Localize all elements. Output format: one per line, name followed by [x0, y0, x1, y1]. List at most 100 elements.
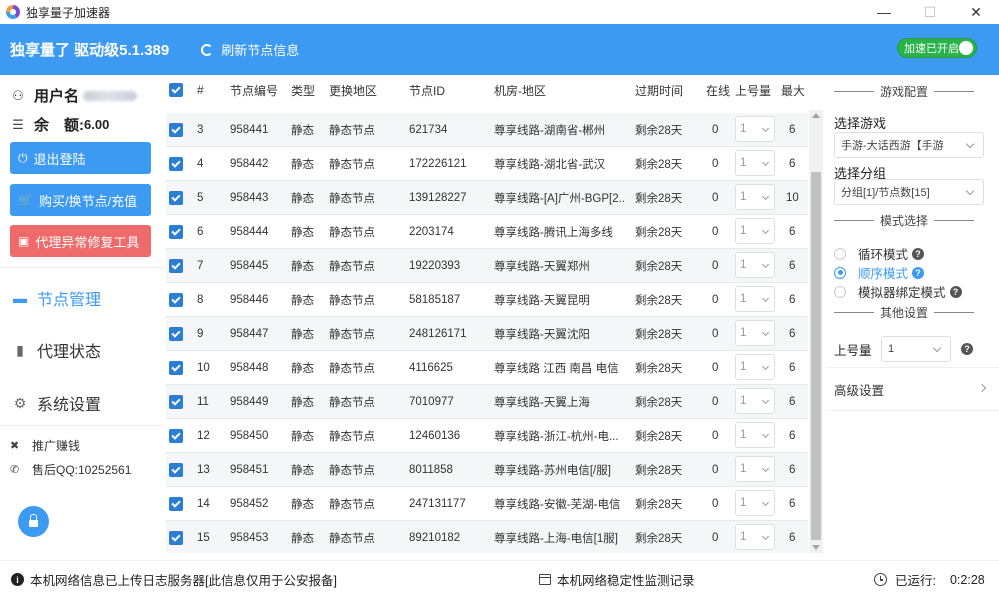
table-row[interactable]: 5 958443 静态 静态节点 139128227 尊享线路-[A]广州-BGP[2..… — [166, 181, 808, 215]
row-checkbox[interactable] — [169, 429, 183, 443]
scroll-thumb[interactable] — [811, 172, 821, 540]
table-row[interactable]: 8 958446 静态 静态节点 58185187 尊享线路-天翼昆明 剩余28天 0 1 6 — [166, 283, 808, 317]
cell-online: 0 — [712, 293, 719, 306]
radio-icon[interactable] — [834, 247, 846, 260]
cell-id: 58185187 — [409, 293, 461, 306]
account-qty-dropdown[interactable]: 1 — [735, 354, 775, 380]
table-row[interactable]: 12 958450 静态 静态节点 12460136 尊享线路-浙江-杭州-电... 剩余2… — [166, 419, 808, 453]
row-checkbox[interactable] — [169, 395, 183, 409]
cell-expire: 剩余28天 — [635, 362, 683, 375]
account-qty-dropdown[interactable]: 1 — [735, 286, 775, 312]
mode-emulator-radio[interactable]: 模拟器绑定模式 ? — [834, 282, 962, 301]
cell-expire: 剩余28天 — [635, 158, 683, 171]
lock-button[interactable] — [18, 506, 49, 537]
nav-node-management[interactable]: ▬ 节点管理 — [12, 286, 101, 310]
radio-icon[interactable] — [834, 285, 846, 298]
cell-online: 0 — [712, 429, 719, 442]
scroll-up-icon[interactable] — [812, 113, 820, 118]
buy-node-button[interactable]: 🛒 购买/换节点/充值 — [10, 184, 151, 216]
nav-system-settings[interactable]: ⚙ 系统设置 — [12, 391, 101, 415]
table-row[interactable]: 13 958451 静态 静态节点 8011858 尊享线路-苏州电信[/服] 剩余28天 0… — [166, 453, 808, 487]
row-checkbox[interactable] — [169, 123, 183, 137]
row-checkbox[interactable] — [169, 157, 183, 171]
row-checkbox[interactable] — [169, 497, 183, 511]
cell-region: 静态节点 — [329, 430, 375, 443]
nav-proxy-status[interactable]: ▮ 代理状态 — [12, 338, 101, 362]
table-row[interactable]: 10 958448 静态 静态节点 4116625 尊享线路 江西 南昌 电信 剩余28天 0… — [166, 351, 808, 385]
table-row[interactable]: 3 958441 静态 静态节点 621734 尊享线路-湖南省-郴州 剩余28天 0 1 6 — [166, 113, 808, 147]
logout-button[interactable]: ⏻ 退出登陆 — [10, 142, 151, 174]
username-label: 用户名 — [34, 88, 80, 105]
table-row[interactable]: 11 958449 静态 静态节点 7010977 尊享线路-天翼上海 剩余28天 0 1 6 — [166, 385, 808, 419]
help-icon[interactable]: ? — [912, 266, 925, 279]
row-checkbox[interactable] — [169, 361, 183, 375]
account-qty-dropdown[interactable]: 1 — [735, 116, 775, 142]
support-qq: ✆ 售后QQ:10252561 — [10, 461, 131, 478]
row-checkbox[interactable] — [169, 293, 183, 307]
help-icon[interactable]: ? — [949, 285, 962, 298]
account-qty-dropdown[interactable]: 1 — [735, 490, 775, 516]
account-qty-cell-value: 1 — [740, 123, 747, 135]
table-row[interactable]: 7 958445 静态 静态节点 19220393 尊享线路-天翼郑州 剩余28天 0 1 6 — [166, 249, 808, 283]
account-qty-cell-value: 1 — [740, 225, 747, 237]
table-row[interactable]: 9 958447 静态 静态节点 248126171 尊享线路-天翼沈阳 剩余28天 0 1 6 — [166, 317, 808, 351]
account-qty-dropdown[interactable]: 1 — [735, 524, 775, 550]
toggle-knob — [959, 41, 973, 55]
cell-code: 958443 — [230, 191, 269, 204]
row-checkbox[interactable] — [169, 259, 183, 273]
cell-room: 尊享线路-天翼昆明 — [494, 294, 590, 307]
col-node-id: 节点ID — [409, 83, 446, 98]
account-qty-dropdown[interactable]: 1 — [735, 218, 775, 244]
close-button[interactable]: ✕ — [953, 0, 999, 24]
mode-sequential-radio[interactable]: 顺序模式 ? — [834, 263, 925, 282]
toolbox-icon: ▣ — [18, 234, 30, 248]
account-qty-dropdown[interactable]: 1 — [735, 422, 775, 448]
proxy-repair-button[interactable]: ▣ 代理异常修复工具 — [10, 225, 151, 257]
help-icon[interactable]: ? — [912, 247, 925, 260]
account-qty-cell-value: 1 — [740, 463, 747, 475]
account-qty-dropdown[interactable]: 1 — [735, 320, 775, 346]
account-qty-dropdown[interactable]: 1 — [735, 184, 775, 210]
scroll-down-icon[interactable] — [812, 545, 820, 550]
chevron-right-icon — [977, 383, 987, 393]
buy-label: 购买/换节点/充值 — [38, 193, 138, 209]
network-monitor-link[interactable]: 本机网络稳定性监测记录 — [539, 570, 695, 589]
chevron-down-icon — [761, 294, 770, 303]
cell-id: 8011858 — [409, 463, 453, 476]
cell-id: 248126171 — [409, 327, 467, 340]
balance-value: 6.00 — [84, 117, 110, 132]
advanced-settings-row[interactable]: 高级设置 — [826, 367, 999, 411]
promo-link[interactable]: ✖ 推广赚钱 — [10, 437, 80, 454]
account-qty-dropdown[interactable]: 1 — [735, 252, 775, 278]
maximize-button[interactable]: ☐ — [907, 0, 953, 24]
account-qty-dropdown[interactable]: 1 — [735, 388, 775, 414]
help-icon[interactable]: ? — [961, 343, 973, 355]
row-checkbox[interactable] — [169, 531, 183, 545]
account-qty-select[interactable]: 1 — [881, 336, 951, 362]
row-checkbox[interactable] — [169, 191, 183, 205]
table-row[interactable]: 15 958453 静态 静态节点 89210182 尊享线路-上海-电信[1服] 剩余28… — [166, 521, 808, 553]
radio-selected-icon[interactable] — [834, 266, 846, 279]
group-select[interactable]: 分组[1]/节点数[15] — [834, 179, 984, 205]
acceleration-toggle[interactable]: 加速已开启 — [897, 38, 977, 58]
cell-type: 静态 — [291, 362, 314, 375]
cell-n: 10 — [197, 361, 210, 374]
account-qty-dropdown[interactable]: 1 — [735, 456, 775, 482]
refresh-node-info-button[interactable]: 刷新节点信息 — [201, 40, 299, 59]
cell-id: 2203174 — [409, 225, 454, 238]
table-row[interactable]: 4 958442 静态 静态节点 172226121 尊享线路-湖北省-武汉 剩余28天 0 1… — [166, 147, 808, 181]
row-checkbox[interactable] — [169, 463, 183, 477]
cell-type: 静态 — [291, 226, 314, 239]
table-scrollbar[interactable] — [809, 110, 823, 553]
balance-row: ☰ 余 额: 6.00 — [10, 114, 109, 135]
row-checkbox[interactable] — [169, 327, 183, 341]
cell-max: 6 — [789, 531, 796, 544]
game-select[interactable]: 手游-大话西游【手游 — [834, 132, 984, 158]
table-row[interactable]: 6 958444 静态 静态节点 2203174 尊享线路-腾讯上海多线 剩余28天 0 1 6 — [166, 215, 808, 249]
mode-loop-radio[interactable]: 循环模式 ? — [834, 244, 925, 263]
select-all-checkbox[interactable] — [169, 83, 183, 97]
account-qty-dropdown[interactable]: 1 — [735, 150, 775, 176]
row-checkbox[interactable] — [169, 225, 183, 239]
minimize-button[interactable]: — — [861, 0, 907, 24]
table-row[interactable]: 14 958452 静态 静态节点 247131177 尊享线路-安徽-芜湖-电信 剩余28… — [166, 487, 808, 521]
